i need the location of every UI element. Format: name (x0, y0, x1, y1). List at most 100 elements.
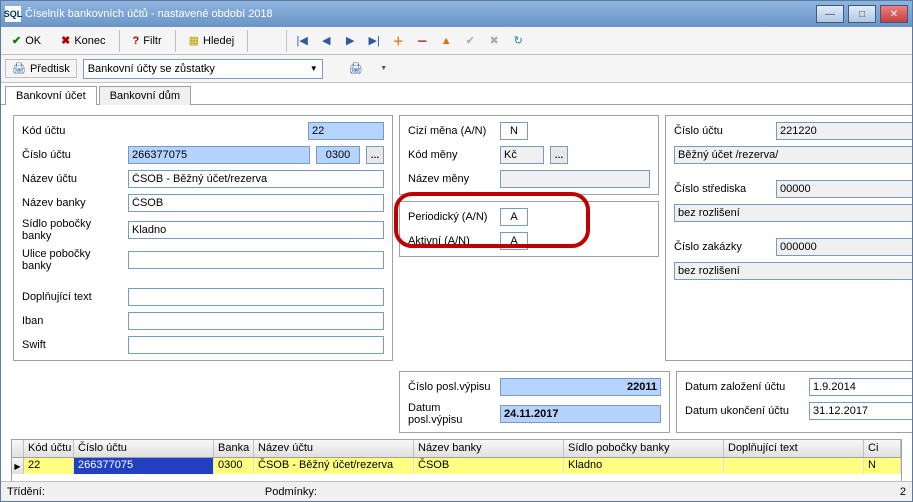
cislo-uctu-label: Číslo účtu (22, 149, 122, 161)
col-nb[interactable]: Název banky (414, 440, 564, 457)
separator (119, 30, 120, 52)
check-icon: ✔ (12, 34, 21, 47)
cell-nb: ČSOB (414, 458, 564, 474)
du-input[interactable] (809, 402, 912, 420)
du-label: Datum ukončení účtu (685, 405, 803, 417)
r-cislo-uctu-label: Číslo účtu (674, 125, 770, 137)
r-zakazka-label: Číslo zakázky (674, 241, 770, 253)
dz-input[interactable] (809, 378, 912, 396)
dpv-input[interactable] (500, 405, 661, 423)
sidlo-input[interactable] (128, 221, 384, 239)
nazev-uctu-label: Název účtu (22, 173, 122, 185)
bottom-row: Číslo posl.výpisu Datum posl.výpisu Datu… (1, 367, 912, 439)
table-row[interactable]: ▶ 22 266377075 0300 ČSOB - Běžný účet/re… (12, 458, 901, 474)
status-bar: Třídění: Podmínky: 2 (1, 481, 912, 501)
nav-last[interactable]: ▶| (363, 30, 385, 52)
aktivni-label: Aktivní (A/N) (408, 235, 494, 247)
row-marker: ▶ (12, 458, 24, 474)
iban-input[interactable] (128, 312, 384, 330)
col-sidlo[interactable]: Sídlo pobočky banky (564, 440, 724, 457)
aktivni-input[interactable] (500, 232, 528, 250)
close-button[interactable]: ✕ (880, 5, 908, 23)
nazev-banky-input[interactable] (128, 194, 384, 212)
ulice-label: Ulice pobočky banky (22, 248, 122, 272)
status-trideni: Třídění: (7, 486, 45, 498)
panel-currency: Cizí měna (A/N) Kód měny… Název měny (399, 115, 659, 195)
periodicky-input[interactable] (500, 208, 528, 226)
filtr-button[interactable]: ?Filtr (124, 30, 171, 52)
minimize-button[interactable]: — (816, 5, 844, 23)
col-dopl[interactable]: Doplňující text (724, 440, 864, 457)
dz-label: Datum založení účtu (685, 381, 803, 393)
content-area: Kód účtu Číslo účtu … Název účtu Název ba… (1, 105, 912, 481)
status-podminky: Podmínky: (265, 486, 317, 498)
data-grid[interactable]: Kód účtu Číslo účtu Banka Název účtu Náz… (11, 439, 902, 481)
row-marker-header (12, 440, 24, 457)
maximize-button[interactable]: □ (848, 5, 876, 23)
grid-header: Kód účtu Číslo účtu Banka Název účtu Náz… (12, 440, 901, 458)
col-nazev[interactable]: Název účtu (254, 440, 414, 457)
nav-edit[interactable]: ▲ (435, 30, 457, 52)
tab-bankovni-ucet[interactable]: Bankovní účet (5, 86, 97, 105)
preset-combo[interactable]: Bankovní účty se zůstatky▼ (83, 59, 323, 79)
nav-confirm[interactable]: ✔ (459, 30, 481, 52)
iban-label: Iban (22, 315, 122, 327)
panel-left: Kód účtu Číslo účtu … Název účtu Název ba… (13, 115, 393, 361)
col-kod[interactable]: Kód účtu (24, 440, 74, 457)
r-zakazka-input[interactable] (776, 238, 912, 256)
nav-add[interactable]: ＋ (387, 30, 409, 52)
app-window: SQL Číselník bankovních účtů - nastavené… (0, 0, 913, 502)
kod-meny-lookup[interactable]: … (550, 146, 568, 164)
dopl-input[interactable] (128, 288, 384, 306)
kod-uctu-input[interactable] (308, 122, 384, 140)
cislo-uctu-input[interactable] (128, 146, 310, 164)
r-stredisko-input[interactable] (776, 180, 912, 198)
konec-button[interactable]: ✖Konec (52, 30, 114, 52)
nav-refresh[interactable]: ↻ (507, 30, 529, 52)
cislo-uctu-lookup[interactable]: … (366, 146, 384, 164)
main-toolbar: ✔OK ✖Konec ?Filtr ▦Hledej |◀ ◀ ▶ ▶| ＋ － … (1, 27, 912, 55)
cell-sidlo: Kladno (564, 458, 724, 474)
print-button[interactable]: 🖨 (345, 58, 367, 80)
swift-input[interactable] (128, 336, 384, 354)
cell-nazev: ČSOB - Běžný účet/rezerva (254, 458, 414, 474)
print-dropdown[interactable]: ▼ (373, 58, 395, 80)
nazev-banky-label: Název banky (22, 197, 122, 209)
col-cislo[interactable]: Číslo účtu (74, 440, 214, 457)
cell-kod: 22 (24, 458, 74, 474)
nav-next[interactable]: ▶ (339, 30, 361, 52)
question-icon: ? (133, 35, 140, 47)
sidlo-label: Sídlo pobočky banky (22, 218, 122, 242)
panel-last-stmt: Číslo posl.výpisu Datum posl.výpisu (399, 371, 670, 433)
nazev-meny-input (500, 170, 650, 188)
tab-bankovni-dum[interactable]: Bankovní dům (99, 86, 191, 105)
smer-input[interactable] (316, 146, 360, 164)
search-icon: ▦ (189, 34, 199, 47)
nazev-meny-label: Název měny (408, 173, 494, 185)
dopl-label: Doplňující text (22, 291, 122, 303)
r-cislo-uctu-desc (674, 146, 912, 164)
nav-cancel[interactable]: ✖ (483, 30, 505, 52)
col-banka[interactable]: Banka (214, 440, 254, 457)
cizi-mena-input[interactable] (500, 122, 528, 140)
cell-dopl (724, 458, 864, 474)
print-toolbar: 🖨Předtisk Bankovní účty se zůstatky▼ 🖨 ▼ (1, 55, 912, 83)
nav-delete[interactable]: － (411, 30, 433, 52)
r-cislo-uctu-input[interactable] (776, 122, 912, 140)
kod-meny-input[interactable] (500, 146, 544, 164)
separator (286, 30, 287, 52)
periodicky-label: Periodický (A/N) (408, 211, 494, 223)
ulice-input[interactable] (128, 251, 384, 269)
hledej-button[interactable]: ▦Hledej (180, 30, 244, 52)
nav-prev[interactable]: ◀ (315, 30, 337, 52)
cpv-input[interactable] (500, 378, 661, 396)
kod-uctu-label: Kód účtu (22, 125, 122, 137)
col-ci[interactable]: Ci (864, 440, 901, 457)
window-title: Číselník bankovních účtů - nastavené obd… (25, 8, 816, 20)
titlebar: SQL Číselník bankovních účtů - nastavené… (1, 1, 912, 27)
pretisk-button[interactable]: 🖨Předtisk (5, 59, 77, 78)
ok-button[interactable]: ✔OK (3, 30, 50, 52)
nav-first[interactable]: |◀ (291, 30, 313, 52)
nazev-uctu-input[interactable] (128, 170, 384, 188)
app-icon: SQL (5, 6, 21, 22)
